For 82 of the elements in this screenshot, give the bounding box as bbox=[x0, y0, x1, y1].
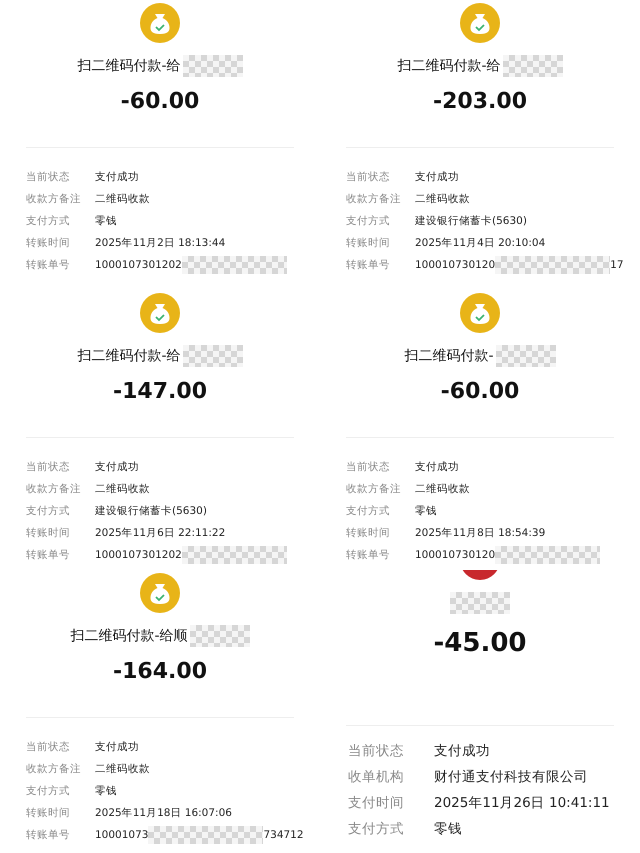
field-label: 转账单号 bbox=[346, 548, 391, 563]
payment-title: 扫二维码付款-给 bbox=[77, 57, 181, 75]
field-label: 收款方备注 bbox=[346, 482, 402, 497]
redaction-mask bbox=[182, 55, 243, 77]
field-value: 支付成功 bbox=[95, 170, 139, 185]
money-bag-icon bbox=[140, 573, 180, 613]
field-label: 支付时间 bbox=[348, 794, 405, 813]
field-value: 1000107301202 bbox=[95, 548, 182, 563]
field-label: 收款方备注 bbox=[26, 762, 82, 777]
payment-title: 扫二维码付款-给 bbox=[77, 347, 181, 365]
field-value: 零钱 bbox=[95, 784, 117, 799]
field-value: 零钱 bbox=[415, 504, 437, 519]
payment-title: 扫二维码付款-给顺 bbox=[70, 627, 188, 645]
payment-amount: -203.00 bbox=[432, 89, 528, 114]
redaction-mask bbox=[502, 55, 563, 77]
field-label: 收单机构 bbox=[348, 768, 405, 787]
money-bag-icon bbox=[460, 3, 500, 43]
money-bag-icon bbox=[460, 293, 500, 333]
field-value: 建设银行储蓄卡(5630) bbox=[95, 504, 207, 519]
field-value: 支付成功 bbox=[434, 742, 490, 761]
payment-amount: -164.00 bbox=[112, 659, 208, 684]
field-value: 财付通支付科技有限公司 bbox=[434, 768, 588, 787]
redaction-mask bbox=[190, 625, 250, 647]
field-label: 当前状态 bbox=[26, 460, 71, 475]
field-label: 转账单号 bbox=[26, 828, 71, 843]
field-label: 收款方备注 bbox=[26, 192, 82, 207]
money-bag-icon bbox=[140, 293, 180, 333]
field-value: 2025年11月8日 18:54:39 bbox=[415, 526, 546, 541]
field-label: 当前状态 bbox=[346, 170, 391, 185]
field-value: 支付成功 bbox=[95, 740, 139, 755]
field-label: 当前状态 bbox=[26, 170, 71, 185]
payment-amount: -147.00 bbox=[112, 379, 208, 404]
payment-amount: -45.00 bbox=[433, 628, 527, 658]
field-value: 17 bbox=[610, 258, 624, 273]
field-value: 734712 bbox=[263, 828, 304, 843]
field-value: 二维码收款 bbox=[95, 192, 150, 207]
payment-amount: -60.00 bbox=[440, 379, 520, 404]
field-label: 转账单号 bbox=[26, 258, 71, 273]
payment-amount: -60.00 bbox=[120, 89, 200, 114]
field-label: 转账时间 bbox=[26, 806, 71, 821]
field-label: 转账时间 bbox=[26, 526, 71, 541]
field-label: 支付方式 bbox=[26, 504, 71, 519]
field-value: 2025年11月2日 18:13:44 bbox=[95, 236, 226, 251]
field-value: 零钱 bbox=[95, 214, 117, 229]
field-label: 转账时间 bbox=[26, 236, 71, 251]
payment-title: 扫二维码付款-给 bbox=[397, 57, 501, 75]
redaction-mask bbox=[182, 345, 243, 367]
field-label: 支付方式 bbox=[346, 214, 391, 229]
field-label: 收款方备注 bbox=[26, 482, 82, 497]
field-value: 100010730120 bbox=[415, 258, 496, 273]
field-label: 当前状态 bbox=[346, 460, 391, 475]
field-value: 1000107301202 bbox=[95, 258, 182, 273]
field-value: 二维码收款 bbox=[95, 482, 150, 497]
field-label: 支付方式 bbox=[346, 504, 391, 519]
field-label: 收款方备注 bbox=[346, 192, 402, 207]
field-value: 100010730120 bbox=[415, 548, 496, 563]
field-label: 转账单号 bbox=[26, 548, 71, 563]
field-label: 当前状态 bbox=[26, 740, 71, 755]
field-label: 转账时间 bbox=[346, 526, 391, 541]
field-value: 零钱 bbox=[434, 820, 462, 839]
field-label: 转账单号 bbox=[346, 258, 391, 273]
payment-title: 扫二维码付款- bbox=[404, 347, 494, 365]
redaction-mask bbox=[450, 592, 510, 614]
field-value: 2025年11月18日 16:07:06 bbox=[95, 806, 232, 821]
field-label: 转账时间 bbox=[346, 236, 391, 251]
field-label: 支付方式 bbox=[26, 214, 71, 229]
field-value: 二维码收款 bbox=[415, 482, 470, 497]
money-bag-icon bbox=[140, 3, 180, 43]
field-label: 当前状态 bbox=[348, 742, 405, 761]
field-value: 2025年11月4日 20:10:04 bbox=[415, 236, 546, 251]
field-value: 10001073 bbox=[95, 828, 148, 843]
field-value: 二维码收款 bbox=[415, 192, 470, 207]
field-value: 支付成功 bbox=[415, 460, 459, 475]
field-value: 支付成功 bbox=[415, 170, 459, 185]
redaction-mask bbox=[496, 345, 556, 367]
field-label: 支付方式 bbox=[348, 820, 405, 839]
field-value: 建设银行储蓄卡(5630) bbox=[415, 214, 527, 229]
field-value: 2025年11月26日 10:41:11 bbox=[434, 794, 610, 813]
field-value: 二维码收款 bbox=[95, 762, 150, 777]
field-value: 支付成功 bbox=[95, 460, 139, 475]
field-value: 2025年11月6日 22:11:22 bbox=[95, 526, 226, 541]
field-label: 支付方式 bbox=[26, 784, 71, 799]
